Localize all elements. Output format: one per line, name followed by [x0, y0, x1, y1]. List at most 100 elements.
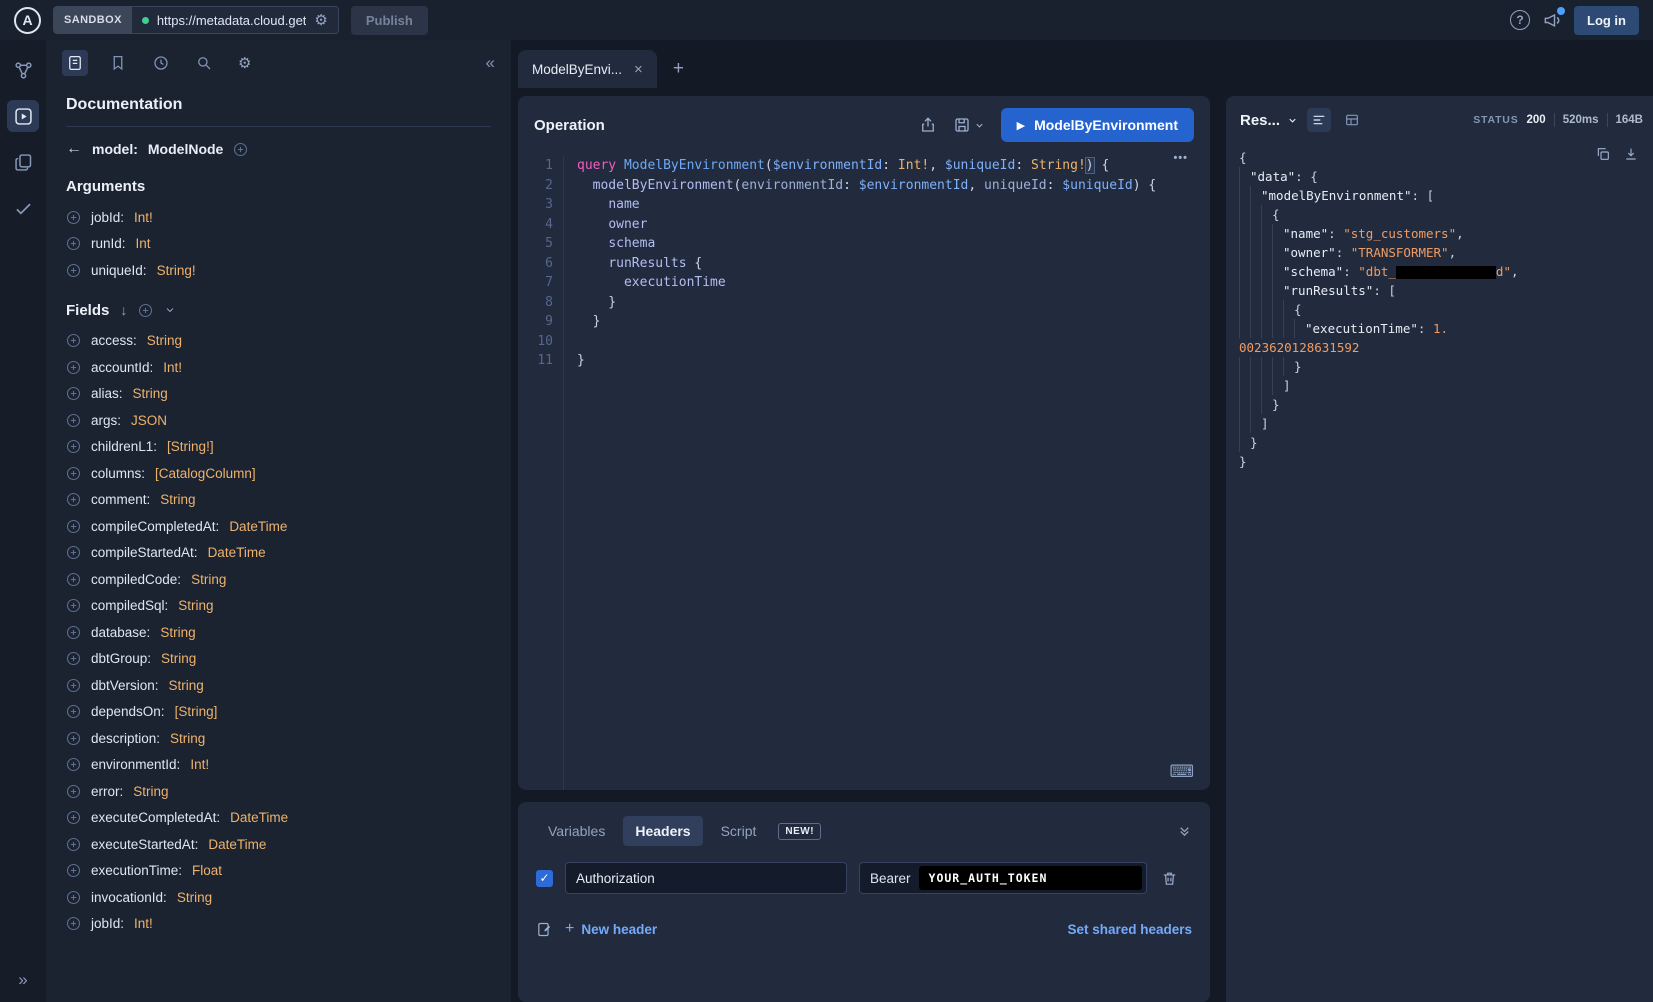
add-field-icon[interactable]	[66, 236, 81, 251]
add-field-icon[interactable]	[66, 916, 81, 931]
help-icon[interactable]: ?	[1510, 10, 1530, 30]
field-name[interactable]: accountId:	[91, 360, 153, 375]
add-field-icon[interactable]	[66, 439, 81, 454]
add-field-icon[interactable]	[66, 466, 81, 481]
add-field-icon[interactable]	[66, 837, 81, 852]
add-type-icon[interactable]	[233, 142, 248, 157]
add-field-icon[interactable]	[66, 810, 81, 825]
code-line[interactable]: runResults {	[577, 254, 1210, 274]
field-type[interactable]: Float	[192, 863, 222, 878]
checks-icon[interactable]	[7, 192, 39, 224]
delete-header-icon[interactable]	[1161, 870, 1178, 887]
add-field-icon[interactable]	[66, 360, 81, 375]
add-field-icon[interactable]	[66, 784, 81, 799]
field-name[interactable]: executionTime:	[91, 863, 182, 878]
new-tab-button[interactable]: +	[661, 50, 696, 88]
tab-script[interactable]: Script	[709, 816, 769, 846]
field-name[interactable]: compileStartedAt:	[91, 545, 198, 560]
field-name[interactable]: args:	[91, 413, 121, 428]
code-line[interactable]: query ModelByEnvironment($environmentId:…	[577, 156, 1210, 176]
add-field-icon[interactable]	[66, 757, 81, 772]
add-field-icon[interactable]	[66, 263, 81, 278]
field-name[interactable]: invocationId:	[91, 890, 167, 905]
code-line[interactable]	[577, 332, 1210, 352]
code-line[interactable]: owner	[577, 215, 1210, 235]
keyboard-shortcuts-icon[interactable]: ⌨	[1169, 762, 1194, 782]
add-field-icon[interactable]	[66, 333, 81, 348]
apollo-logo[interactable]: A	[14, 7, 41, 34]
field-type[interactable]: DateTime	[230, 810, 288, 825]
login-button[interactable]: Log in	[1574, 6, 1639, 35]
field-type[interactable]: Int	[136, 236, 151, 251]
add-field-icon[interactable]	[66, 413, 81, 428]
code-area[interactable]: query ModelByEnvironment($environmentId:…	[564, 156, 1210, 790]
publish-button[interactable]: Publish	[351, 6, 428, 35]
add-field-icon[interactable]	[66, 386, 81, 401]
field-type[interactable]: String	[147, 333, 182, 348]
explorer-icon[interactable]	[7, 100, 39, 132]
field-type[interactable]: Int!	[134, 916, 153, 931]
tab-headers[interactable]: Headers	[623, 816, 702, 846]
field-name[interactable]: compiledCode:	[91, 572, 181, 587]
add-field-icon[interactable]	[66, 704, 81, 719]
field-type[interactable]: JSON	[131, 413, 167, 428]
environment-variables-icon[interactable]	[536, 921, 553, 938]
history-icon[interactable]	[148, 50, 174, 76]
field-name[interactable]: compileCompletedAt:	[91, 519, 219, 534]
field-name[interactable]: comment:	[91, 492, 150, 507]
field-type[interactable]: String	[169, 678, 204, 693]
field-type[interactable]: DateTime	[208, 545, 266, 560]
field-name[interactable]: executeStartedAt:	[91, 837, 198, 852]
tab-variables[interactable]: Variables	[536, 816, 617, 846]
code-line[interactable]: }	[577, 293, 1210, 313]
copy-response-icon[interactable]	[1595, 146, 1611, 162]
formatted-view-icon[interactable]	[1307, 108, 1331, 132]
saved-operations-icon[interactable]	[105, 50, 131, 76]
field-name[interactable]: dbtGroup:	[91, 651, 151, 666]
download-response-icon[interactable]	[1623, 146, 1639, 162]
add-field-icon[interactable]	[66, 519, 81, 534]
field-name[interactable]: childrenL1:	[91, 439, 157, 454]
add-field-icon[interactable]	[66, 731, 81, 746]
table-view-icon[interactable]	[1340, 108, 1364, 132]
field-type[interactable]: String!	[157, 263, 196, 278]
field-type[interactable]: Int!	[163, 360, 182, 375]
field-name[interactable]: description:	[91, 731, 160, 746]
add-field-icon[interactable]	[66, 890, 81, 905]
code-line[interactable]: }	[577, 351, 1210, 371]
add-all-fields-icon[interactable]	[138, 303, 153, 318]
add-field-icon[interactable]	[66, 678, 81, 693]
field-name[interactable]: alias:	[91, 386, 123, 401]
endpoint-settings-icon[interactable]: ⚙	[314, 11, 327, 29]
graphql-editor[interactable]: 1234567891011 query ModelByEnvironment($…	[518, 150, 1210, 790]
code-line[interactable]: name	[577, 195, 1210, 215]
collections-icon[interactable]	[7, 146, 39, 178]
close-tab-icon[interactable]: ×	[634, 61, 643, 78]
header-value-field[interactable]: Bearer YOUR_AUTH_TOKEN	[859, 862, 1147, 894]
field-type[interactable]: String	[133, 784, 168, 799]
auth-token-secret[interactable]: YOUR_AUTH_TOKEN	[919, 866, 1142, 890]
endpoint-url-box[interactable]: https://metadata.cloud.get ⚙	[132, 7, 338, 33]
schema-graph-icon[interactable]	[7, 54, 39, 86]
field-type[interactable]: [String]	[175, 704, 218, 719]
field-type[interactable]: String	[191, 572, 226, 587]
endpoint-url[interactable]: https://metadata.cloud.get	[157, 13, 307, 28]
set-shared-headers-link[interactable]: Set shared headers	[1067, 922, 1192, 937]
field-type[interactable]: DateTime	[208, 837, 266, 852]
field-name[interactable]: dbtVersion:	[91, 678, 159, 693]
field-type[interactable]: DateTime	[229, 519, 287, 534]
documentation-tab-icon[interactable]	[62, 50, 88, 76]
add-field-icon[interactable]	[66, 863, 81, 878]
field-name[interactable]: jobId:	[91, 210, 124, 225]
code-line[interactable]: schema	[577, 234, 1210, 254]
explorer-settings-icon[interactable]: ⚙	[234, 50, 255, 76]
sort-fields-icon[interactable]: ↓	[120, 302, 127, 318]
expand-rail-icon[interactable]: »	[18, 970, 27, 990]
field-type[interactable]: String	[160, 492, 195, 507]
field-type[interactable]: [CatalogColumn]	[155, 466, 256, 481]
operation-menu-icon[interactable]: •••	[1173, 152, 1188, 164]
add-field-icon[interactable]	[66, 651, 81, 666]
add-field-icon[interactable]	[66, 210, 81, 225]
field-type[interactable]: String	[161, 651, 196, 666]
back-arrow-icon[interactable]: ←	[66, 140, 82, 158]
